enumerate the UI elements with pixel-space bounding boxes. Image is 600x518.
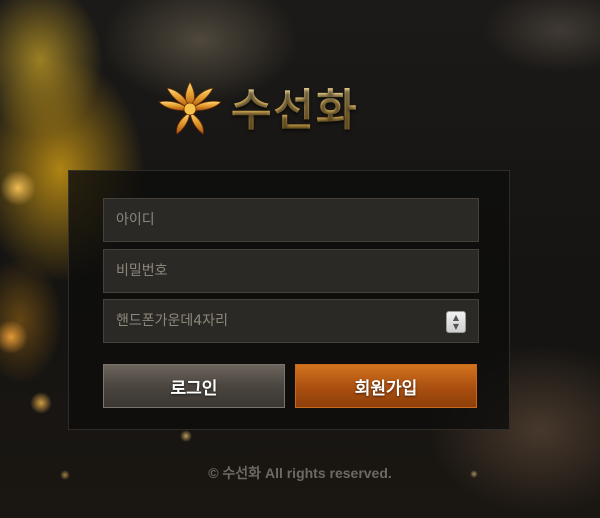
- user-id-input[interactable]: [104, 199, 478, 241]
- login-page: 수선화 ▲ ▼ 로그인 회원가입 © 수선화 All rights reserv…: [0, 0, 600, 518]
- spinner-up-icon[interactable]: ▲: [453, 313, 459, 322]
- up-down-spinner-icon[interactable]: ▲ ▼: [446, 311, 466, 333]
- login-panel: ▲ ▼ 로그인 회원가입: [68, 170, 510, 430]
- password-field[interactable]: [103, 249, 479, 293]
- signup-button[interactable]: 회원가입: [295, 364, 477, 408]
- copyright-footer: © 수선화 All rights reserved.: [208, 465, 392, 481]
- password-input[interactable]: [104, 250, 478, 292]
- site-logo: 수선화: [155, 74, 358, 138]
- phone-digits-input[interactable]: [104, 300, 478, 342]
- spinner-down-icon[interactable]: ▼: [453, 322, 459, 331]
- background-bokeh: [30, 392, 52, 414]
- lotus-flower-icon: [158, 81, 222, 135]
- background-bokeh: [0, 320, 28, 354]
- user-id-field[interactable]: [103, 198, 479, 242]
- background-bokeh: [0, 170, 36, 206]
- site-logo-title: 수선화: [231, 74, 358, 138]
- background-bokeh: [180, 430, 192, 442]
- login-button[interactable]: 로그인: [103, 364, 285, 408]
- phone-digits-field[interactable]: ▲ ▼: [103, 299, 479, 343]
